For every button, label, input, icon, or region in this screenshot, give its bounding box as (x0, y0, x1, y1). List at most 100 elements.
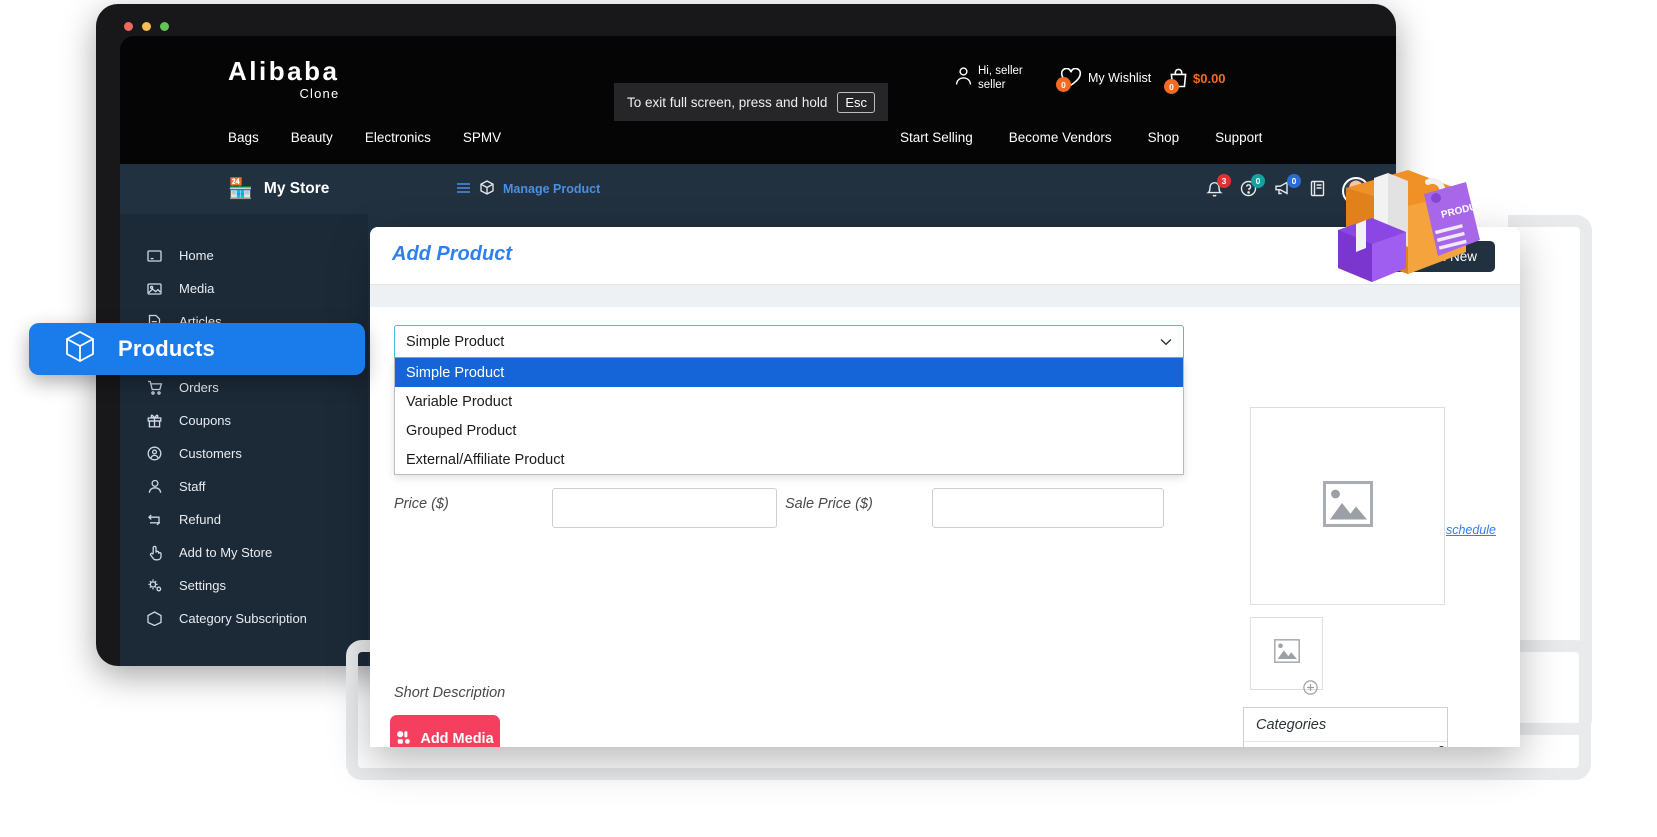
sidebar-item-label: Category Subscription (179, 611, 307, 626)
avatar[interactable] (1342, 177, 1370, 205)
panel-header: Add Product Add New (370, 227, 1520, 285)
categories-title: Categories (1244, 708, 1447, 742)
media-icon (396, 730, 412, 748)
nav-beauty[interactable]: Beauty (291, 130, 333, 145)
option-variable-product[interactable]: Variable Product (395, 387, 1183, 416)
sale-price-input[interactable] (932, 488, 1164, 528)
schedule-link[interactable]: schedule (1446, 523, 1496, 537)
wishlist-label: My Wishlist (1088, 70, 1152, 85)
gift-icon (146, 413, 163, 428)
add-media-button[interactable]: Add Media (390, 715, 500, 747)
logo-primary-text: Alibaba (228, 56, 340, 86)
plus-icon (1403, 249, 1415, 264)
sidebar-item-refund[interactable]: Refund (120, 503, 368, 536)
sidebar-item-label: Home (179, 248, 214, 263)
nav-bags[interactable]: Bags (228, 130, 259, 145)
user-icon (955, 66, 972, 90)
store-brand[interactable]: 🏪 My Store (228, 176, 329, 201)
category-icon (146, 611, 163, 626)
breadcrumb-label: Manage Product (503, 182, 601, 196)
sidebar-item-coupons[interactable]: Coupons (120, 404, 368, 437)
sidebar-item-home[interactable]: Home (120, 239, 368, 272)
plus-circle-icon[interactable] (1303, 680, 1318, 699)
sidebar-item-category-subscription[interactable]: Category Subscription (120, 602, 368, 635)
site-logo[interactable]: Alibaba Clone (228, 58, 339, 101)
gears-icon (146, 578, 163, 593)
account-username: seller (978, 79, 1006, 92)
option-simple-product[interactable]: Simple Product (395, 358, 1183, 387)
sale-price-label: Sale Price ($) (785, 496, 873, 512)
nav-electronics[interactable]: Electronics (365, 130, 431, 145)
sidebar-item-products-highlight[interactable]: Products (29, 323, 365, 375)
option-grouped-product[interactable]: Grouped Product (395, 416, 1183, 445)
logo-secondary-text: Clone (299, 86, 340, 101)
window-traffic-lights (124, 22, 169, 31)
price-label: Price ($) (394, 496, 449, 512)
cart-icon (146, 380, 163, 395)
person-icon (146, 479, 163, 494)
callout-label: Products (118, 336, 215, 361)
product-type-option-list[interactable]: Simple Product Variable Product Grouped … (394, 358, 1184, 475)
storefront-header: Alibaba Clone To exit full screen, press… (120, 36, 1396, 164)
product-type-select[interactable]: Simple Product Simple Product Variable P… (394, 325, 1184, 475)
hamburger-icon[interactable] (456, 182, 471, 197)
wishlist-count-badge: 0 (1056, 77, 1071, 92)
minimize-icon[interactable] (142, 22, 151, 31)
bell-badge: 3 (1217, 173, 1231, 188)
refund-arrows-icon (146, 513, 163, 527)
sidebar-item-label: Coupons (179, 413, 232, 428)
option-external-affiliate-product[interactable]: External/Affiliate Product (395, 445, 1183, 474)
sidebar-item-label: Add to My Store (179, 545, 273, 560)
sidebar-item-label: Customers (179, 446, 242, 461)
storefront-secondary-nav: Start Selling Become Vendors Shop Suppor… (900, 130, 1262, 145)
featured-image-placeholder[interactable] (1250, 407, 1445, 605)
bell-icon[interactable]: 3 (1206, 173, 1231, 203)
vertical-scrollbar[interactable] (1438, 746, 1445, 747)
hand-pointer-icon (146, 545, 163, 561)
nav-shop[interactable]: Shop (1148, 130, 1180, 145)
sidebar-item-customers[interactable]: Customers (120, 437, 368, 470)
sidebar-item-staff[interactable]: Staff (120, 470, 368, 503)
panel-body: Simple Product Simple Product Variable P… (370, 307, 1520, 747)
store-name: My Store (263, 179, 330, 197)
nav-become-vendors[interactable]: Become Vendors (1009, 130, 1112, 145)
help-circle-icon[interactable]: 0 (1240, 174, 1265, 202)
sidebar-item-add-to-my-store[interactable]: Add to My Store (120, 536, 368, 569)
close-icon[interactable] (124, 22, 133, 31)
megaphone-icon[interactable]: 0 (1274, 174, 1301, 202)
add-new-button[interactable]: Add New (1385, 241, 1495, 272)
account-menu[interactable]: Hi, seller seller (955, 64, 1023, 93)
nav-spmv[interactable]: SPMV (463, 130, 501, 145)
admin-topbar: 🏪 My Store Manage Product 3 0 0 (120, 164, 1396, 214)
price-input[interactable] (552, 488, 777, 528)
storefront-icon: 🏪 (228, 178, 253, 200)
wishlist-link[interactable]: 0 My Wishlist (1056, 68, 1152, 92)
breadcrumb[interactable]: Manage Product (456, 180, 600, 198)
cart-link[interactable]: 0 $0.00 (1164, 68, 1226, 94)
document-icon[interactable] (1310, 180, 1325, 202)
user-circle-icon (146, 446, 163, 461)
image-placeholder-icon (1273, 639, 1300, 668)
maximize-icon[interactable] (160, 22, 169, 31)
nav-support[interactable]: Support (1215, 130, 1262, 145)
sidebar-item-label: Refund (179, 512, 221, 527)
cart-count-badge: 0 (1164, 79, 1179, 94)
account-text: Hi, seller seller (978, 64, 1023, 93)
sidebar-item-label: Media (179, 281, 215, 296)
chevron-down-icon (1160, 334, 1172, 350)
sidebar-item-label: Orders (179, 380, 219, 395)
dashboard-icon (146, 249, 163, 263)
short-description-label: Short Description (394, 685, 506, 701)
box-icon (480, 180, 494, 198)
sidebar-item-settings[interactable]: Settings (120, 569, 368, 602)
add-product-panel: Add Product Add New Simple Product Simpl… (370, 227, 1520, 747)
heart-icon: 0 (1056, 68, 1082, 92)
nav-start-selling[interactable]: Start Selling (900, 130, 973, 145)
fullscreen-tooltip-text: To exit full screen, press and hold (626, 94, 828, 110)
sidebar-item-media[interactable]: Media (120, 272, 368, 305)
product-type-select-display[interactable]: Simple Product (394, 325, 1184, 358)
categories-list: Accessories Automotive & Motorcycle (1244, 742, 1447, 747)
page-title: Add Product (392, 243, 512, 265)
image-icon (146, 282, 163, 296)
sidebar-item-orders[interactable]: Orders (120, 371, 368, 404)
